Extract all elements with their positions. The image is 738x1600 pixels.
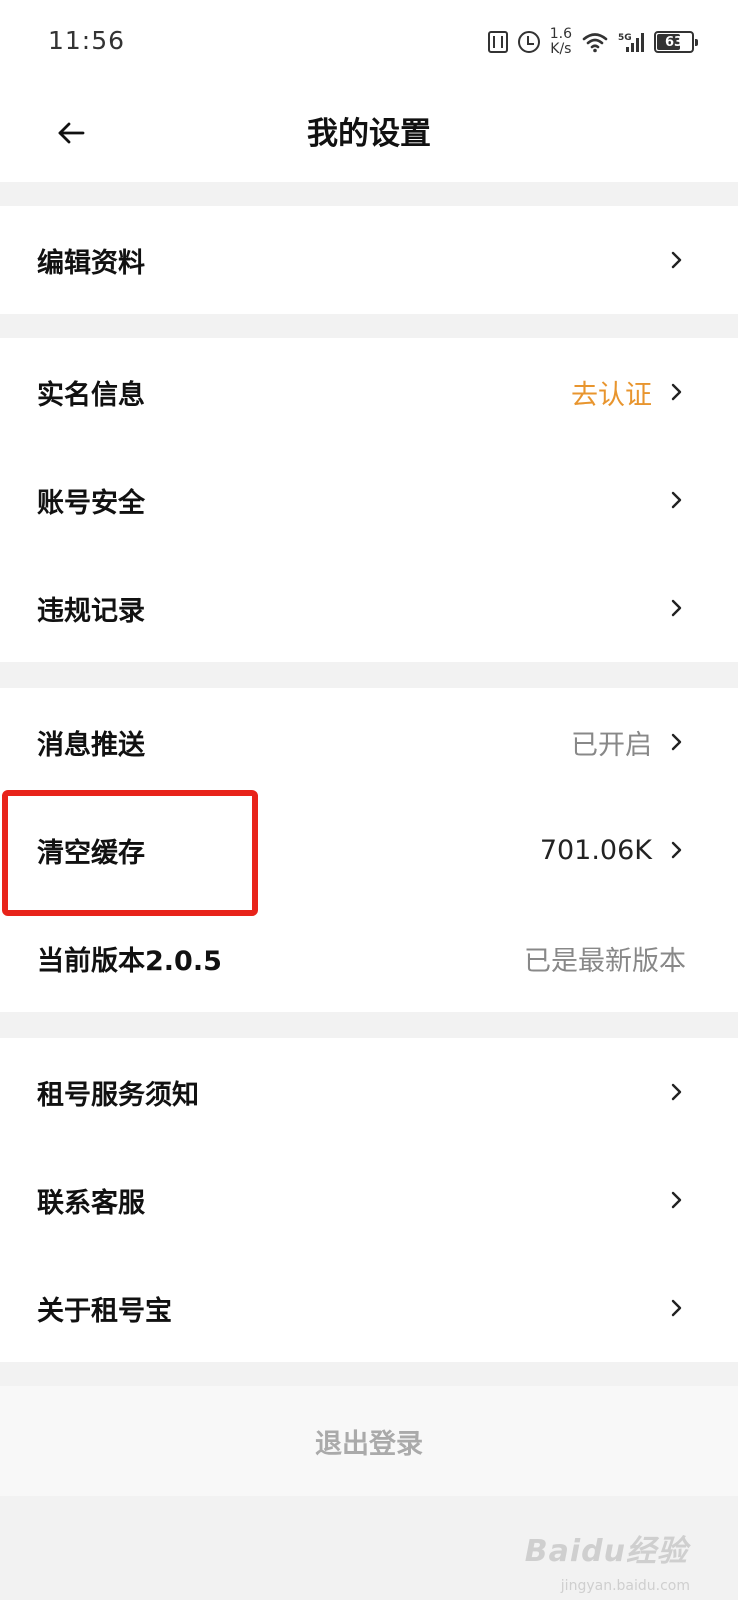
chevron-right-icon <box>671 733 682 751</box>
chevron-right-icon <box>671 251 682 269</box>
settings-row-label: 当前版本2.0.5 <box>37 945 222 977</box>
chevron-right-icon <box>671 1191 682 1209</box>
chevron-right-icon <box>671 1299 682 1317</box>
settings-row-label: 编辑资料 <box>37 247 145 279</box>
nfc-icon <box>487 31 508 53</box>
settings-group-account: 实名信息 去认证 账号安全 违规记录 <box>0 338 738 662</box>
settings-row-account-security[interactable]: 账号安全 <box>0 446 738 554</box>
network-speed: 1.6 K/s <box>550 27 572 57</box>
settings-row-label: 租号服务须知 <box>37 1079 199 1111</box>
watermark-logo: Baidu经验 <box>524 1534 688 1569</box>
settings-row-current-version: 当前版本2.0.5 已是最新版本 <box>0 904 738 1012</box>
status-bar: 11:56 1.6 K/s 5G 63 <box>0 0 738 84</box>
settings-row-contact-support[interactable]: 联系客服 <box>0 1146 738 1254</box>
signal-type-label: 5G <box>618 33 632 43</box>
logout-button[interactable]: 退出登录 <box>315 1422 423 1461</box>
page-title: 我的设置 <box>307 116 431 152</box>
status-icons: 1.6 K/s 5G 63 <box>487 22 698 62</box>
settings-row-label: 消息推送 <box>37 729 145 761</box>
status-time: 11:56 <box>48 26 126 55</box>
cache-size: 701.06K <box>539 834 652 866</box>
highlight-annotation <box>2 790 258 916</box>
alarm-icon <box>517 31 540 53</box>
version-status: 已是最新版本 <box>524 945 686 977</box>
settings-row-label: 账号安全 <box>37 487 145 519</box>
settings-row-edit-profile[interactable]: 编辑资料 <box>0 206 738 314</box>
battery-icon: 63 <box>654 31 698 53</box>
settings-row-label: 关于租号宝 <box>37 1295 172 1327</box>
settings-group-profile: 编辑资料 <box>0 206 738 314</box>
push-status: 已开启 <box>571 729 652 761</box>
settings-row-violation-records[interactable]: 违规记录 <box>0 554 738 662</box>
network-speed-unit: K/s <box>550 41 572 57</box>
logout-section: 退出登录 <box>0 1386 738 1496</box>
settings-row-real-name[interactable]: 实名信息 去认证 <box>0 338 738 446</box>
chevron-right-icon <box>671 383 682 401</box>
settings-row-push-notifications[interactable]: 消息推送 已开启 <box>0 688 738 796</box>
settings-row-service-terms[interactable]: 租号服务须知 <box>0 1038 738 1146</box>
chevron-right-icon <box>671 841 682 859</box>
cellular-signal-icon: 5G <box>618 33 644 52</box>
settings-group-about: 租号服务须知 联系客服 关于租号宝 <box>0 1038 738 1362</box>
battery-level: 63 <box>664 34 684 50</box>
chevron-right-icon <box>671 1083 682 1101</box>
settings-row-label: 违规记录 <box>37 595 145 627</box>
chevron-right-icon <box>671 491 682 509</box>
settings-row-label: 实名信息 <box>37 379 145 411</box>
nav-bar: 我的设置 <box>0 84 738 182</box>
verify-status: 去认证 <box>571 379 652 411</box>
wifi-icon <box>582 33 608 53</box>
network-speed-value: 1.6 <box>549 26 572 42</box>
settings-row-about[interactable]: 关于租号宝 <box>0 1254 738 1362</box>
watermark-url: jingyan.baidu.com <box>560 1578 690 1594</box>
settings-row-label: 联系客服 <box>37 1187 145 1219</box>
chevron-right-icon <box>671 599 682 617</box>
